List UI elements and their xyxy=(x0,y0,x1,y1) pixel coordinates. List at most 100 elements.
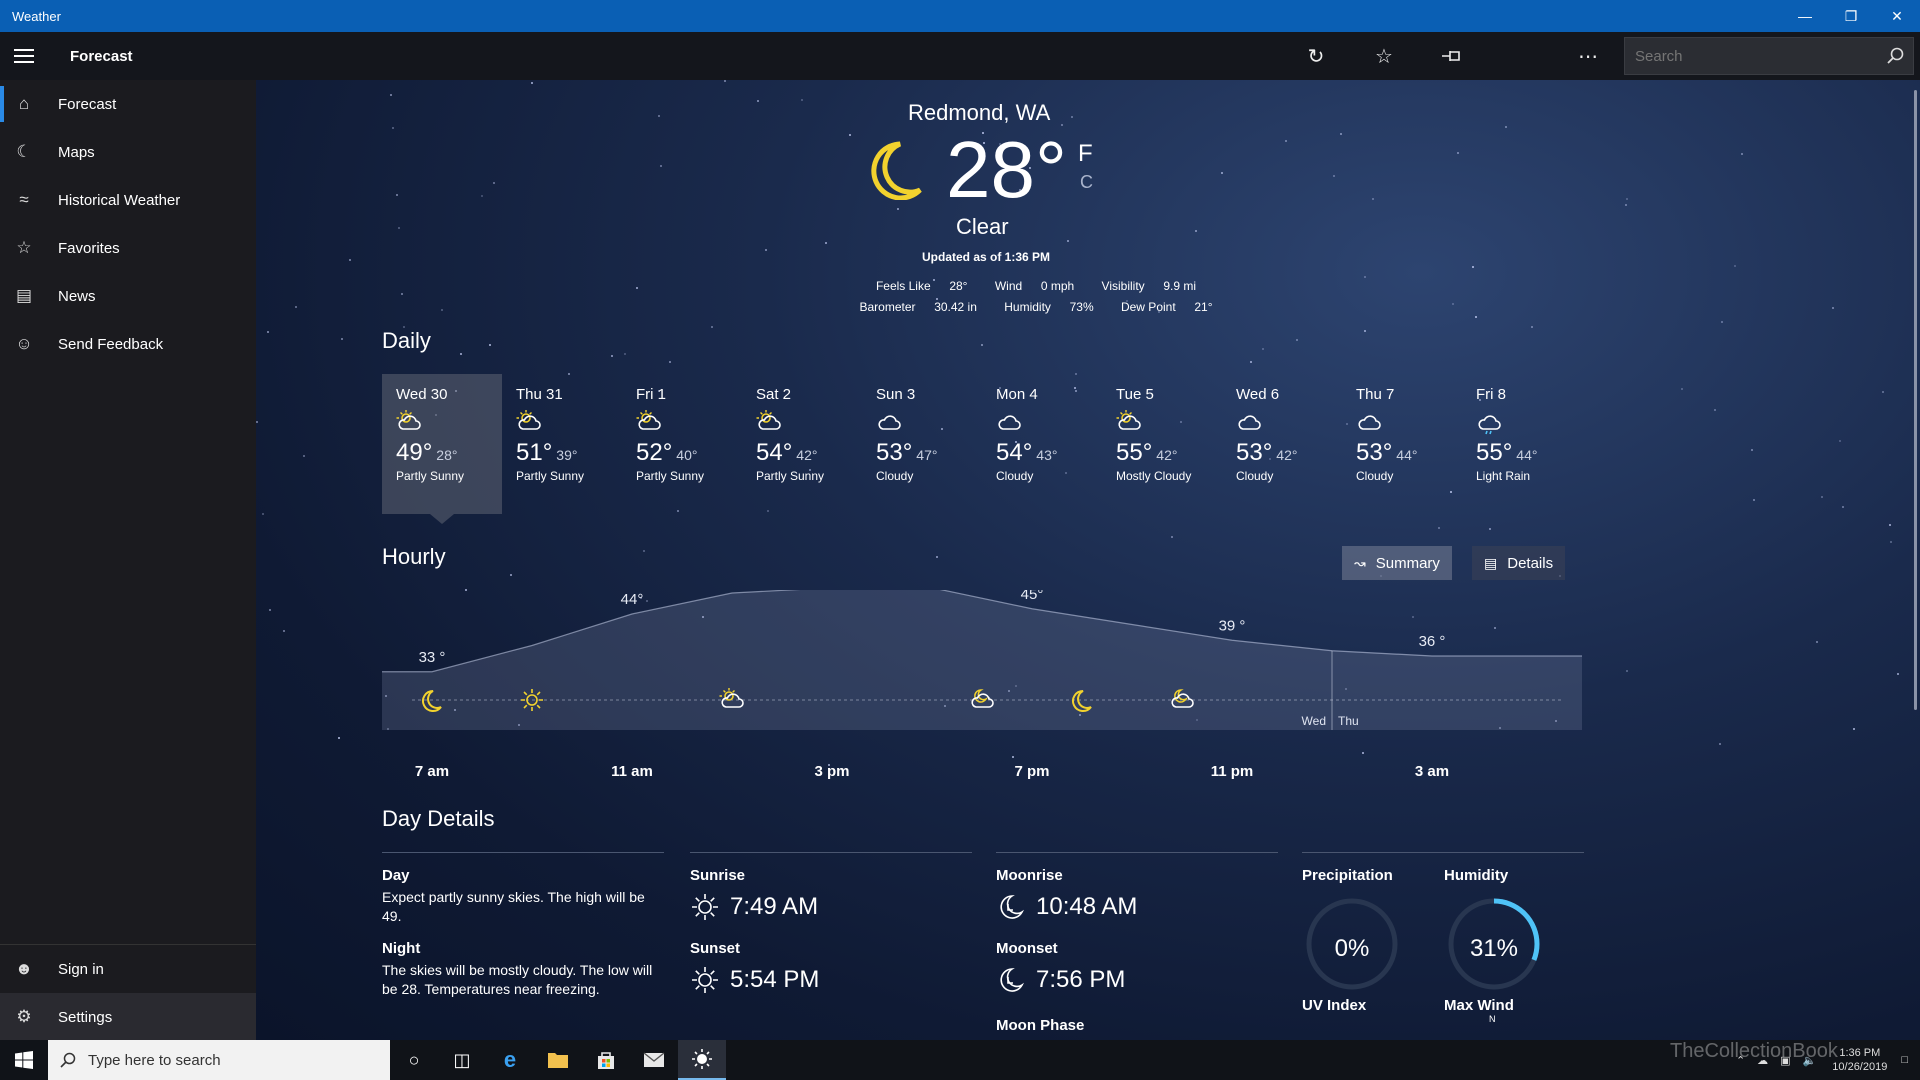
hamburger-menu-button[interactable] xyxy=(0,32,48,80)
hourly-temperature-chart[interactable]: WedThu33 °44°49°45°39 °36 ° xyxy=(382,590,1582,790)
star-dot xyxy=(757,100,759,102)
day-low: 42° xyxy=(796,447,818,463)
hourly-title: Hourly xyxy=(382,544,446,569)
sunrise-time: 7:49 AM xyxy=(730,893,819,920)
task-view-button[interactable]: ◫ xyxy=(438,1040,486,1080)
search-box[interactable] xyxy=(1624,37,1914,75)
daily-card[interactable]: Sun 3 53° 47° Cloudy xyxy=(862,374,982,514)
file-explorer-button[interactable] xyxy=(534,1040,582,1080)
windows-logo-icon xyxy=(15,1051,33,1069)
daily-card[interactable]: Tue 5 55° 42° Mostly Cloudy xyxy=(1102,374,1222,514)
daily-card[interactable]: Sat 2 54° 42° Partly Sunny xyxy=(742,374,862,514)
unit-celsius-toggle[interactable]: C xyxy=(1080,172,1093,193)
summary-toggle-button[interactable]: ↝ Summary xyxy=(1342,546,1452,580)
star-dot xyxy=(349,259,351,261)
taskbar-clock[interactable]: 1:36 PM 10/26/2019 xyxy=(1832,1046,1887,1074)
star-dot xyxy=(1364,276,1366,278)
star-dot xyxy=(262,513,264,515)
minimize-button[interactable]: — xyxy=(1782,0,1828,32)
more-options-button[interactable]: ⋯ xyxy=(1554,32,1622,80)
day-name: Mon 4 xyxy=(996,386,1038,403)
cloudy-icon xyxy=(876,409,982,439)
sidebar-item-historical-weather[interactable]: ≈ Historical Weather xyxy=(0,176,256,224)
star-dot xyxy=(1372,198,1374,200)
sidebar-item-news[interactable]: ▤ News xyxy=(0,272,256,320)
edge-button[interactable]: e xyxy=(486,1040,534,1080)
weather-app-button[interactable] xyxy=(678,1040,726,1080)
sidebar-item-send-feedback[interactable]: ☺ Send Feedback xyxy=(0,320,256,368)
refresh-icon: ↻ xyxy=(1307,45,1325,68)
taskbar-search-box[interactable]: Type here to search xyxy=(48,1040,390,1080)
start-button[interactable] xyxy=(0,1040,48,1080)
day-name: Fri 1 xyxy=(636,386,666,403)
day-condition: Partly Sunny xyxy=(756,469,825,483)
star-dot xyxy=(825,242,827,244)
sunset-time: 5:54 PM xyxy=(730,966,820,993)
watermark: TheCollectionBook xyxy=(1670,1040,1838,1062)
precipitation-value: 0% xyxy=(1334,935,1370,962)
star-dot xyxy=(1285,140,1287,142)
notifications-icon[interactable]: □ xyxy=(1901,1054,1908,1066)
star-dot xyxy=(936,556,938,558)
star-dot xyxy=(1753,499,1755,501)
star-dot xyxy=(1340,133,1342,135)
daily-card[interactable]: Mon 4 54° 43° Cloudy xyxy=(982,374,1102,514)
daily-card[interactable]: Wed 30 49° 28° Partly Sunny xyxy=(382,374,502,524)
day-name: Sun 3 xyxy=(876,386,916,403)
star-dot xyxy=(658,115,660,117)
moonset-time: 7:56 PM xyxy=(1036,966,1126,993)
sidebar-item-favorites[interactable]: ☆ Favorites xyxy=(0,224,256,272)
star-dot xyxy=(531,82,533,84)
hamburger-icon xyxy=(14,55,34,57)
current-temperature: 28° xyxy=(946,125,1067,214)
star-dot xyxy=(1171,536,1173,538)
day-condition: Cloudy xyxy=(1356,469,1394,483)
search-input[interactable] xyxy=(1625,47,1877,65)
settings-button[interactable]: ⚙ Settings xyxy=(0,993,256,1041)
star-dot xyxy=(1296,339,1298,341)
daily-card[interactable]: Wed 6 53° 42° Cloudy xyxy=(1222,374,1342,514)
sidebar-item-maps[interactable]: ☾ Maps xyxy=(0,128,256,176)
pin-button[interactable] xyxy=(1418,32,1486,80)
unit-fahrenheit-toggle[interactable]: F xyxy=(1078,140,1093,168)
day-label: Day xyxy=(382,867,410,884)
scrollbar[interactable] xyxy=(1914,90,1917,710)
summary-label: Summary xyxy=(1375,554,1440,572)
star-dot xyxy=(295,306,297,308)
cortana-button[interactable]: ○ xyxy=(390,1040,438,1080)
day-details-title: Day Details xyxy=(382,806,495,831)
star-dot xyxy=(849,134,851,136)
daily-card[interactable]: Fri 8 55° 44° Light Rain xyxy=(1462,374,1582,514)
home-icon: ⌂ xyxy=(18,94,30,113)
star-dot xyxy=(510,574,512,576)
star-dot xyxy=(669,361,671,363)
star-dot xyxy=(1438,527,1440,529)
moonrise-icon xyxy=(1000,895,1025,919)
temperature-data-label: 44° xyxy=(621,591,644,608)
refresh-button[interactable]: ↻ xyxy=(1282,32,1350,80)
chart-line-icon: ↝ xyxy=(1354,554,1366,571)
details-toggle-button[interactable]: ▤ Details xyxy=(1472,546,1566,580)
cloudy-icon xyxy=(1236,409,1342,439)
sunset-label: Sunset xyxy=(690,940,741,957)
search-icon[interactable] xyxy=(1877,47,1913,65)
restore-button[interactable]: ❐ xyxy=(1828,0,1874,32)
day-temps: 54° 42° xyxy=(756,439,862,467)
star-dot xyxy=(1625,204,1627,206)
dark-mode-button[interactable] xyxy=(1486,32,1554,80)
star-dot xyxy=(256,421,258,423)
mail-button[interactable] xyxy=(630,1040,678,1080)
star-dot xyxy=(441,309,443,311)
night-label: Night xyxy=(382,940,421,957)
sunrise-label: Sunrise xyxy=(690,867,746,884)
close-button[interactable]: ✕ xyxy=(1874,0,1920,32)
sign-in-button[interactable]: ☻ Sign in xyxy=(0,945,256,993)
favorite-button[interactable]: ☆ xyxy=(1350,32,1418,80)
smiley-icon: ☺ xyxy=(15,334,33,353)
daily-card[interactable]: Thu 7 53° 44° Cloudy xyxy=(1342,374,1462,514)
sidebar-item-forecast[interactable]: ⌂ Forecast xyxy=(0,80,256,128)
daily-card[interactable]: Thu 31 51° 39° Partly Sunny xyxy=(502,374,622,514)
daily-card[interactable]: Fri 1 52° 40° Partly Sunny xyxy=(622,374,742,514)
store-button[interactable] xyxy=(582,1040,630,1080)
star-dot xyxy=(1472,266,1474,268)
